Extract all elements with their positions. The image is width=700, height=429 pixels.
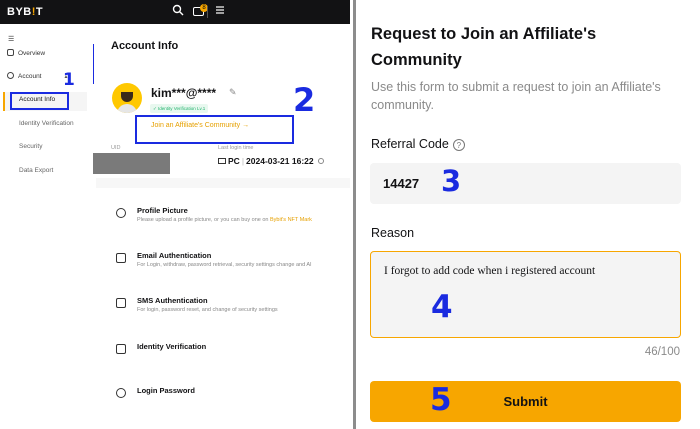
account-icon	[7, 72, 14, 79]
profile-icon	[116, 208, 126, 218]
username: kim***@****	[151, 86, 217, 100]
reason-textarea[interactable]: I forgot to add code when i registered a…	[370, 251, 681, 338]
sidebar-item-security[interactable]: Security	[19, 143, 42, 150]
annotation-number-2: 2	[293, 81, 316, 119]
bybit-logo[interactable]: BYB!T	[7, 6, 43, 18]
last-login-info: PC | 2024-03-21 16:22	[218, 156, 324, 166]
clock-icon[interactable]	[317, 158, 324, 164]
row-title: Login Password	[137, 386, 195, 395]
annotation-box-2	[135, 115, 294, 144]
uid-redacted	[93, 153, 170, 174]
uid-label: UID	[111, 145, 121, 151]
reason-text: I forgot to add code when i registered a…	[384, 265, 596, 277]
sidebar-collapse-icon[interactable]: ☰	[8, 35, 14, 43]
row-title: SMS Authentication	[137, 296, 208, 305]
sidebar-item-data-export[interactable]: Data Export	[19, 167, 53, 174]
verification-badge: ✓ Identity Verification Lv.1	[150, 104, 209, 113]
help-icon[interactable]: ?	[452, 139, 465, 151]
top-navigation-bar: BYB!T 8	[0, 0, 350, 24]
row-title: Identity Verification	[137, 342, 207, 351]
referral-code-input[interactable]: 14427	[370, 163, 681, 204]
referral-code-label: Referral Code?	[371, 137, 465, 151]
annotation-line	[93, 44, 94, 84]
sidebar-item-identity-verification[interactable]: Identity Verification	[19, 120, 74, 127]
left-panel: BYB!T 8 ☰ Overview Account ▲ Account Info…	[0, 0, 350, 429]
avatar[interactable]	[112, 83, 142, 113]
row-description: For login, password reset, and change of…	[137, 307, 278, 313]
lock-icon	[116, 388, 126, 398]
sms-icon	[116, 298, 126, 308]
notification-icon[interactable]: 8	[192, 4, 208, 20]
sidebar-item-account[interactable]: Account ▲	[7, 72, 68, 80]
section-divider	[96, 178, 350, 188]
sidebar: ☰ Overview Account ▲ Account Info Identit…	[0, 24, 94, 429]
referral-code-value: 14427	[383, 176, 420, 191]
annotation-number-5: 5	[430, 382, 452, 418]
row-description: Please upload a profile picture, or you …	[137, 217, 312, 223]
last-login-label: Last login time	[218, 145, 254, 151]
annotation-box-1	[10, 92, 69, 110]
annotation-number-1: 1	[63, 70, 75, 90]
topbar-divider	[207, 6, 208, 18]
form-description: Use this form to submit a request to joi…	[371, 80, 661, 112]
monitor-icon	[218, 158, 226, 164]
row-description: For Login, withdraw, password retrieval,…	[137, 262, 312, 268]
row-title: Email Authentication	[137, 251, 212, 260]
row-title: Profile Picture	[137, 206, 188, 215]
id-card-icon	[116, 344, 126, 354]
panel-separator	[350, 0, 359, 429]
annotation-number-3: 3	[441, 164, 462, 198]
menu-icon[interactable]	[212, 4, 228, 20]
search-icon[interactable]	[170, 4, 186, 20]
page-title: Account Info	[111, 40, 179, 52]
character-counter: 46/100	[644, 346, 680, 358]
form-title: Request to Join an Affiliate's Community	[371, 25, 597, 69]
sidebar-active-indicator	[3, 92, 5, 111]
submit-button[interactable]: Submit	[370, 381, 681, 422]
edit-icon[interactable]: ✎	[229, 87, 237, 98]
annotation-number-4: 4	[431, 289, 453, 325]
right-panel: Request to Join an Affiliate's Community…	[359, 0, 700, 429]
sidebar-item-overview[interactable]: Overview	[7, 49, 45, 57]
overview-icon	[7, 49, 14, 56]
email-icon	[116, 253, 126, 263]
reason-label: Reason	[371, 226, 415, 240]
